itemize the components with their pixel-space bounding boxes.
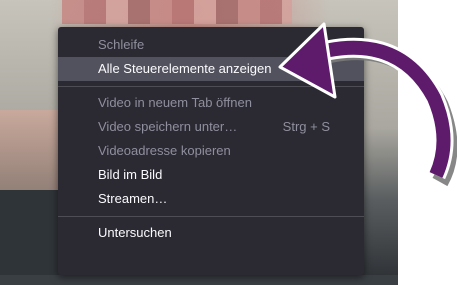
video-bottom-strip — [0, 275, 398, 285]
menu-item-loop[interactable]: Schleife — [58, 33, 364, 57]
pixelated-face-region — [62, 0, 292, 24]
menu-item-label: Untersuchen — [98, 225, 172, 240]
menu-separator — [58, 86, 364, 87]
menu-item-label: Bild im Bild — [98, 167, 163, 182]
menu-item-label: Streamen… — [98, 191, 168, 206]
menu-item-label: Video speichern unter… — [98, 119, 238, 134]
menu-item-shortcut: Strg + S — [282, 119, 330, 134]
video-context-menu: Schleife Alle Steuerelemente anzeigen Vi… — [58, 27, 364, 275]
background-figure — [0, 110, 58, 200]
menu-item-label: Alle Steuerelemente anzeigen — [98, 61, 272, 76]
menu-separator — [58, 216, 364, 217]
menu-item-picture-in-picture[interactable]: Bild im Bild — [58, 163, 364, 187]
menu-item-copy-video-address[interactable]: Videoadresse kopieren — [58, 139, 364, 163]
menu-item-show-all-controls[interactable]: Alle Steuerelemente anzeigen — [58, 57, 364, 81]
menu-item-open-video-new-tab[interactable]: Video in neuem Tab öffnen — [58, 91, 364, 115]
background-shadow — [0, 190, 60, 285]
menu-item-save-video-as[interactable]: Video speichern unter… Strg + S — [58, 115, 364, 139]
menu-item-label: Videoadresse kopieren — [98, 143, 231, 158]
menu-item-inspect[interactable]: Untersuchen — [58, 221, 364, 245]
menu-item-label: Schleife — [98, 37, 145, 52]
menu-item-cast[interactable]: Streamen… — [58, 187, 364, 211]
menu-item-label: Video in neuem Tab öffnen — [98, 95, 252, 110]
